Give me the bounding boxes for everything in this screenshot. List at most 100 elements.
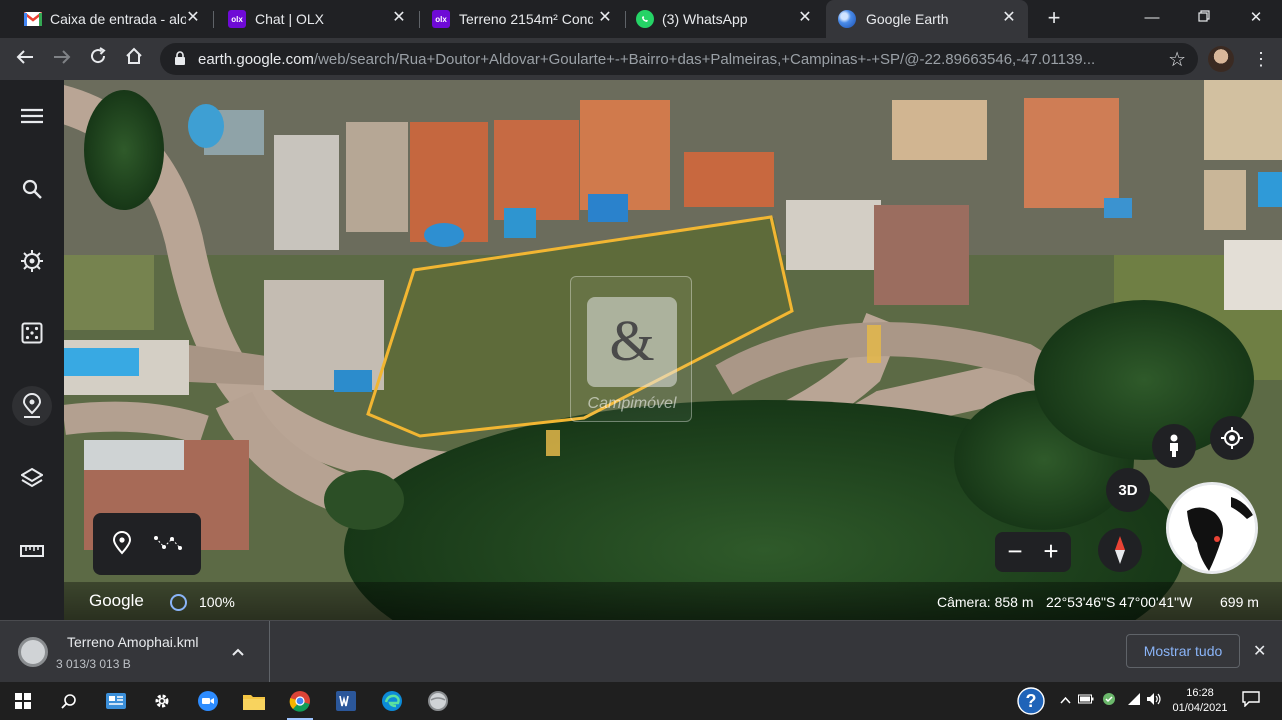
taskbar-search-button[interactable] xyxy=(54,686,84,716)
watermark-text: Campimóvel xyxy=(587,395,677,412)
menu-icon xyxy=(21,108,43,124)
taskbar-settings-app[interactable] xyxy=(147,686,177,716)
minimize-button[interactable]: — xyxy=(1140,6,1164,30)
zoom-app-icon xyxy=(198,691,218,711)
tab-title: (3) WhatsApp xyxy=(662,11,748,27)
close-icon[interactable]: ✕ xyxy=(1000,9,1018,27)
compass-button[interactable] xyxy=(1098,528,1142,572)
load-percentage: 100% xyxy=(199,594,235,610)
restore-icon xyxy=(1198,10,1210,22)
news-icon xyxy=(106,693,126,709)
clock-time: 16:28 xyxy=(1186,687,1214,699)
voyager-icon xyxy=(21,250,43,272)
map-style-icon xyxy=(21,467,43,488)
forward-button[interactable] xyxy=(49,46,75,72)
notification-center-icon[interactable] xyxy=(1242,691,1260,710)
browser-window: Caixa de entrada - alo ✕ olx Chat | OLX … xyxy=(0,0,1282,720)
restore-button[interactable] xyxy=(1192,6,1216,30)
feeling-lucky-button[interactable] xyxy=(12,313,52,353)
toggle-3d-button[interactable]: 3D xyxy=(1106,468,1150,512)
draw-path-button[interactable] xyxy=(153,533,183,558)
edge-icon xyxy=(382,691,402,711)
new-tab-button[interactable]: + xyxy=(1042,7,1066,31)
tab-olx-chat[interactable]: olx Chat | OLX ✕ xyxy=(214,0,418,38)
system-clock[interactable]: 16:28 01/04/2021 xyxy=(1170,686,1230,716)
chevron-up-icon[interactable] xyxy=(232,643,244,659)
url-text: earth.google.com/web/search/Rua+Doutor+A… xyxy=(198,51,1158,68)
security-shield-icon[interactable] xyxy=(1102,692,1116,709)
close-icon[interactable]: ✕ xyxy=(184,9,202,27)
battery-icon[interactable] xyxy=(1078,692,1094,707)
show-all-downloads-button[interactable]: Mostrar tudo xyxy=(1126,634,1240,668)
tab-title: Google Earth xyxy=(866,11,949,27)
taskbar-zoom-app[interactable] xyxy=(193,686,223,716)
help-icon: ? xyxy=(1017,687,1045,715)
taskbar-news-app[interactable] xyxy=(101,686,131,716)
browser-menu-button[interactable]: ⋮ xyxy=(1248,46,1274,72)
map-style-button[interactable] xyxy=(12,458,52,498)
zoom-out-button[interactable]: − xyxy=(997,535,1033,569)
tab-title: Caixa de entrada - alo xyxy=(50,11,186,27)
chevron-up-icon[interactable] xyxy=(1060,692,1071,707)
close-icon[interactable]: ✕ xyxy=(596,9,614,27)
download-filename: Terreno Amophai.kml xyxy=(67,634,199,650)
download-bar: Terreno Amophai.kml 3 013/3 013 B Mostra… xyxy=(0,620,1282,683)
search-icon xyxy=(22,179,42,199)
close-icon[interactable]: ✕ xyxy=(1253,641,1266,661)
arrow-left-icon xyxy=(16,50,33,64)
url-path: /web/search/Rua+Doutor+Aldovar+Goularte+… xyxy=(313,51,1096,68)
taskbar-edge-app[interactable] xyxy=(377,686,407,716)
menu-button[interactable] xyxy=(12,96,52,136)
measure-button[interactable] xyxy=(12,531,52,571)
tab-google-earth[interactable]: Google Earth ✕ xyxy=(826,0,1028,38)
zoom-controls: − + xyxy=(995,532,1071,572)
olx-icon: olx xyxy=(228,10,246,28)
reload-button[interactable] xyxy=(85,46,111,72)
measure-icon xyxy=(20,545,44,557)
bookmark-star-icon[interactable]: ☆ xyxy=(1168,47,1186,72)
google-earth-icon xyxy=(838,10,856,28)
home-icon xyxy=(126,47,142,64)
google-logo: Google xyxy=(89,591,144,610)
profile-avatar[interactable] xyxy=(1208,46,1234,72)
windows-start-button[interactable] xyxy=(8,686,38,716)
close-window-button[interactable]: ✕ xyxy=(1244,6,1268,30)
taskbar-word-app[interactable] xyxy=(331,686,361,716)
tab-whatsapp[interactable]: (3) WhatsApp ✕ xyxy=(626,0,824,38)
taskbar-chrome-app[interactable] xyxy=(285,686,315,720)
tab-olx-terreno[interactable]: olx Terreno 2154m² Cond ✕ xyxy=(420,0,624,38)
tab-title: Chat | OLX xyxy=(255,11,325,27)
add-placemark-button[interactable] xyxy=(111,531,133,560)
url-host: earth.google.com xyxy=(198,51,314,68)
help-button[interactable]: ? xyxy=(1016,686,1046,716)
back-button[interactable] xyxy=(12,46,38,72)
placemark-icon xyxy=(112,531,132,555)
my-location-button[interactable] xyxy=(1210,416,1254,460)
address-bar[interactable]: earth.google.com/web/search/Rua+Doutor+A… xyxy=(160,43,1198,75)
download-item[interactable]: Terreno Amophai.kml 3 013/3 013 B xyxy=(0,621,270,683)
projects-button[interactable] xyxy=(12,386,52,426)
close-icon[interactable]: ✕ xyxy=(796,9,814,27)
coordinates[interactable]: 22°53'46"S 47°00'41"W xyxy=(1046,594,1192,610)
crosshair-location-icon xyxy=(1221,427,1243,449)
satellite-map[interactable]: & Campimóvel 3D − + xyxy=(64,80,1282,620)
tab-gmail[interactable]: Caixa de entrada - alo ✕ xyxy=(0,0,212,38)
close-icon[interactable]: ✕ xyxy=(390,9,408,27)
zoom-in-button[interactable]: + xyxy=(1033,535,1069,569)
compass-icon xyxy=(1115,536,1125,564)
home-button[interactable] xyxy=(121,46,147,72)
search-button[interactable] xyxy=(12,169,52,209)
taskbar-google-earth-app[interactable] xyxy=(423,686,453,716)
scale-readout: 699 m xyxy=(1220,594,1259,610)
tab-bar: Caixa de entrada - alo ✕ olx Chat | OLX … xyxy=(0,0,1282,38)
voyager-button[interactable] xyxy=(12,241,52,281)
windows-taskbar: ? 16:28 01/04/2021 xyxy=(0,682,1282,720)
taskbar-file-explorer[interactable] xyxy=(239,686,269,716)
reload-icon xyxy=(91,47,106,64)
wifi-icon[interactable] xyxy=(1126,692,1142,709)
volume-icon[interactable] xyxy=(1146,692,1162,709)
svg-text:?: ? xyxy=(1026,691,1037,711)
loading-ring-icon xyxy=(170,594,187,611)
globe-overview[interactable] xyxy=(1166,482,1258,574)
street-view-button[interactable] xyxy=(1152,424,1196,468)
